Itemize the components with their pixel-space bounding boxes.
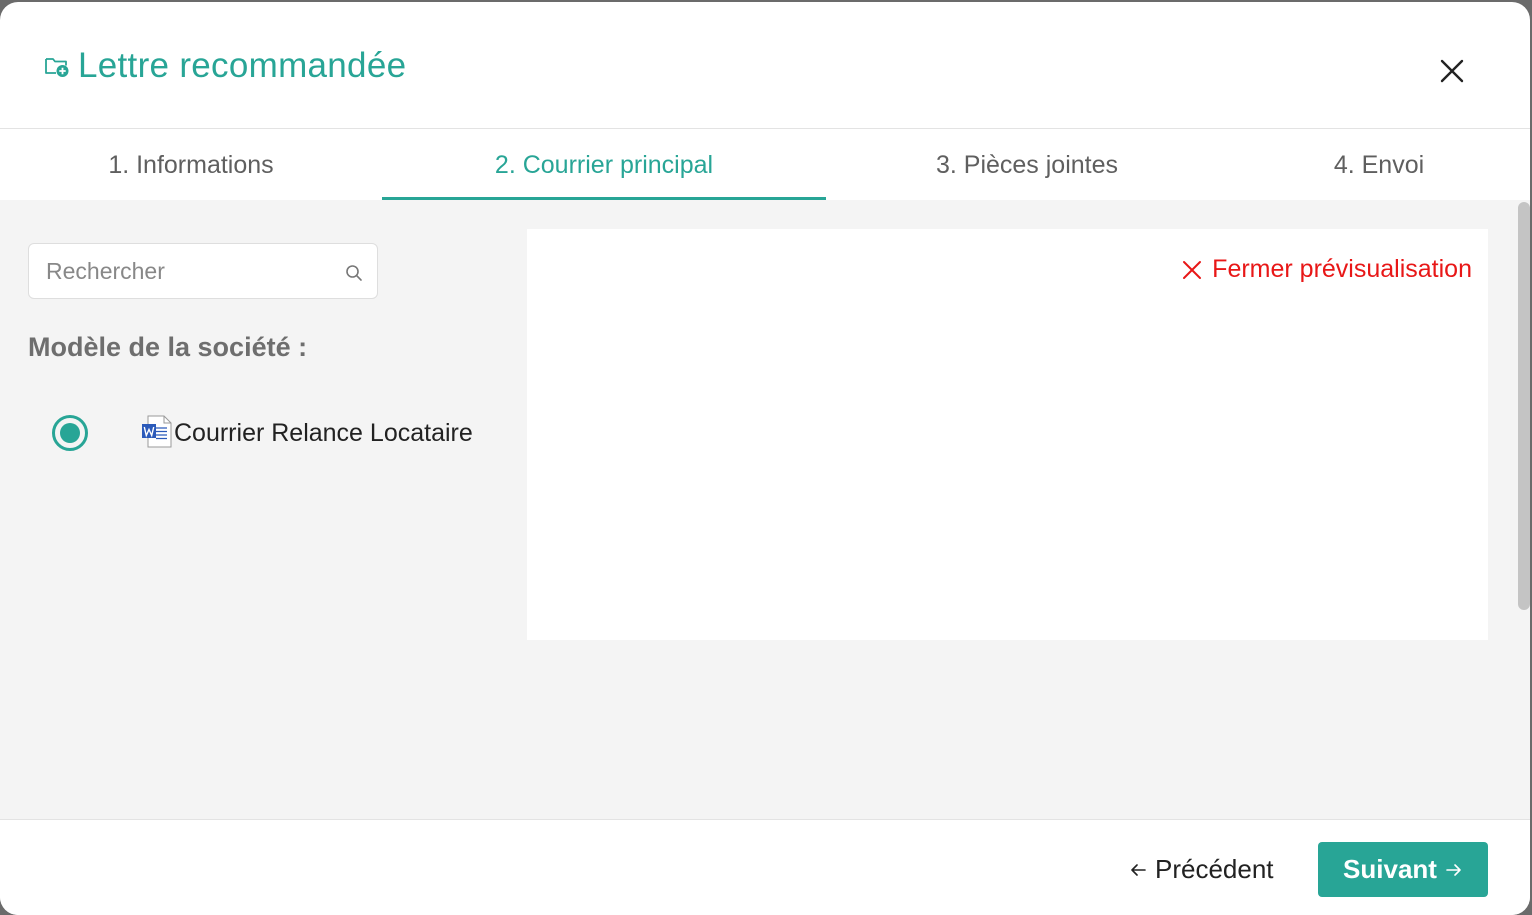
model-name[interactable]: Courrier Relance Locataire: [174, 419, 473, 448]
close-preview-label: Fermer prévisualisation: [1212, 255, 1472, 283]
dialog-footer: Précédent Suivant: [0, 819, 1530, 915]
word-document-icon: [142, 415, 172, 448]
scrollbar-thumb[interactable]: [1518, 202, 1530, 610]
search-icon[interactable]: [345, 264, 363, 282]
dialog-title: Lettre recommandée: [78, 46, 407, 85]
modal-dialog: Lettre recommandée 1. Informations 2. Co…: [0, 2, 1530, 915]
model-radio[interactable]: [52, 415, 88, 451]
close-preview-button[interactable]: Fermer prévisualisation: [1182, 255, 1472, 284]
close-icon: [1183, 260, 1202, 279]
previous-label: Précédent: [1155, 854, 1274, 884]
previous-button[interactable]: Précédent: [1129, 854, 1274, 885]
model-item[interactable]: Courrier Relance Locataire: [52, 413, 512, 453]
tab-pieces-jointes[interactable]: 3. Pièces jointes: [826, 130, 1228, 200]
preview-panel: Fermer prévisualisation: [527, 229, 1488, 640]
search-input[interactable]: [46, 256, 336, 286]
arrow-right-icon: [1446, 863, 1461, 876]
close-dialog-button[interactable]: [1437, 56, 1467, 86]
next-label: Suivant: [1343, 854, 1437, 884]
step-tabs: 1. Informations 2. Courrier principal 3.…: [0, 130, 1530, 200]
dialog-title-wrap: Lettre recommandée: [44, 46, 406, 86]
folder-plus-icon: [44, 53, 70, 79]
tab-informations[interactable]: 1. Informations: [0, 130, 382, 200]
tab-courrier-principal[interactable]: 2. Courrier principal: [382, 130, 826, 200]
next-button[interactable]: Suivant: [1318, 842, 1488, 897]
tab-envoi[interactable]: 4. Envoi: [1228, 130, 1530, 200]
dialog-header: Lettre recommandée: [0, 2, 1530, 129]
search-box: [28, 243, 378, 299]
arrow-left-icon: [1131, 863, 1146, 876]
radio-selected-dot: [60, 423, 80, 443]
dialog-body: Modèle de la société : Courrier Relance …: [0, 200, 1517, 819]
close-icon: [1440, 59, 1464, 83]
models-section-title: Modèle de la société :: [28, 332, 308, 362]
